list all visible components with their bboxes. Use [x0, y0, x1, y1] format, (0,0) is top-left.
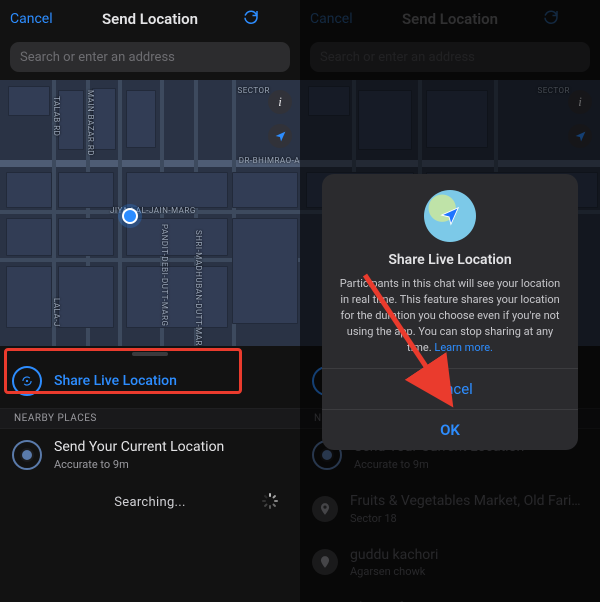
searching-row: Searching... [0, 483, 300, 516]
map-label-mainbazar: MAIN BAZAR RD [86, 90, 95, 156]
cancel-button[interactable]: Cancel [10, 11, 58, 27]
search-placeholder: Search or enter an address [20, 50, 175, 65]
location-arrow-icon [274, 130, 287, 143]
alert-ok-button[interactable]: OK [322, 409, 578, 450]
map-label-shrimad: SHRI-MADHUBAN-DUTT-MARG [194, 230, 203, 346]
map-label-sector: SECTOR [238, 86, 271, 95]
alert-badge [424, 190, 476, 242]
alert-body: Participants in this chat will see your … [336, 276, 564, 356]
refresh-icon [242, 8, 260, 26]
refresh-button[interactable] [242, 8, 290, 30]
map-label-drbhimrao: DR-BHIMRAO-A [239, 156, 300, 165]
alert-cancel-button[interactable]: Cancel [322, 368, 578, 409]
phone-right: Cancel Send Location Search or enter an … [300, 0, 600, 602]
target-icon [12, 440, 42, 470]
map[interactable]: SECTOR DR-BHIMRAO-A MAIN BAZAR RD TALAB … [0, 80, 300, 346]
header: Cancel Send Location [0, 0, 300, 38]
share-live-location-row[interactable]: Share Live Location [0, 356, 300, 408]
send-current-label: Send Your Current Location [54, 439, 288, 456]
learn-more-link[interactable]: Learn more. [434, 341, 493, 354]
alert-title: Share Live Location [336, 252, 564, 268]
location-arrow-icon [439, 205, 461, 227]
broadcast-icon [12, 366, 42, 396]
map-label-lala: LALA-J [52, 298, 61, 327]
phone-left: Cancel Send Location Search or enter an … [0, 0, 300, 602]
spinner-icon [262, 493, 278, 509]
user-location-pin [122, 208, 138, 224]
page-title: Send Location [58, 10, 242, 28]
nearby-places-header: NEARBY PLACES [0, 408, 300, 429]
search-input[interactable]: Search or enter an address [10, 42, 290, 72]
accuracy-label: Accurate to 9m [54, 458, 288, 471]
map-label-pandit: PANDIT-DEBI-DUTT-MARG [160, 224, 169, 327]
share-live-label: Share Live Location [54, 373, 288, 390]
map-locate-button[interactable] [268, 124, 292, 148]
screenshot-stage: { "header": { "cancel": "Cancel", "title… [0, 0, 600, 602]
map-label-talabrd: TALAB RD [52, 96, 61, 136]
share-live-alert: Share Live Location Participants in this… [322, 174, 578, 450]
send-current-location-row[interactable]: Send Your Current Location Accurate to 9… [0, 429, 300, 483]
map-info-button[interactable]: i [268, 90, 292, 114]
